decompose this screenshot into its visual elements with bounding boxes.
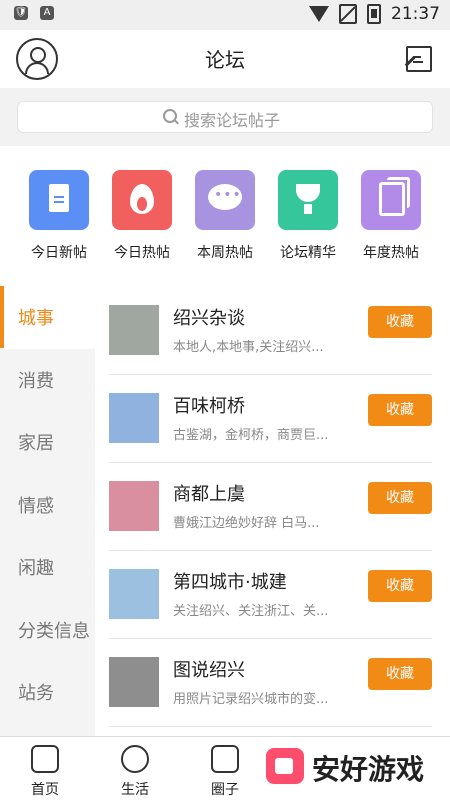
watermark-logo: 安好游戏 bbox=[262, 736, 450, 800]
quick-link-today-hot[interactable]: 今日热帖 bbox=[102, 170, 182, 262]
tab-home[interactable]: 首页 bbox=[0, 745, 90, 799]
category-label: 家居 bbox=[18, 433, 54, 454]
forum-row[interactable]: 第四城市·城建 关注绍兴、关注浙江、关... 收藏 bbox=[109, 550, 432, 639]
forum-description: 古鉴湖，金柯桥，商贾巨... bbox=[173, 428, 329, 443]
category-consumption[interactable]: 消费 bbox=[0, 349, 95, 412]
trophy-icon bbox=[296, 184, 320, 214]
category-site[interactable]: 站务 bbox=[0, 661, 95, 724]
forum-description: 关注绍兴、关注浙江、关... bbox=[173, 604, 329, 619]
flame-icon bbox=[130, 184, 154, 214]
clock: 21:37 bbox=[391, 4, 440, 24]
documents-icon bbox=[379, 177, 410, 216]
forum-thumbnail bbox=[109, 305, 159, 355]
quick-link-year-hot[interactable]: 年度热帖 bbox=[351, 170, 431, 262]
quick-link-label: 今日新帖 bbox=[31, 245, 87, 261]
forum-description: 用照片记录绍兴城市的变... bbox=[173, 692, 329, 707]
favorite-button[interactable]: 收藏 bbox=[368, 658, 432, 690]
search-input[interactable]: 搜索论坛帖子 bbox=[17, 101, 433, 133]
status-bar: 🛡 A 21:37 bbox=[0, 0, 450, 30]
tab-circle[interactable]: 圈子 bbox=[180, 745, 270, 799]
forum-thumbnail bbox=[109, 481, 159, 531]
category-label: 城事 bbox=[18, 308, 54, 329]
forum-name: 绍兴杂谈 bbox=[173, 308, 245, 329]
quick-link-label: 本周热帖 bbox=[197, 245, 253, 261]
category-home[interactable]: 家居 bbox=[0, 411, 95, 474]
favorite-button[interactable]: 收藏 bbox=[368, 570, 432, 602]
app-header: 论坛 bbox=[0, 30, 450, 88]
camera-icon bbox=[211, 745, 239, 773]
shield-icon: 🛡 bbox=[14, 6, 28, 20]
chat-bubble-icon bbox=[208, 184, 242, 210]
category-leisure[interactable]: 闲趣 bbox=[0, 536, 95, 599]
tab-label: 圈子 bbox=[211, 782, 239, 798]
quick-links: 今日新帖 今日热帖 本周热帖 论坛精华 年度热帖 bbox=[0, 146, 450, 286]
quick-link-forum-best[interactable]: 论坛精华 bbox=[268, 170, 348, 262]
forum-row[interactable]: 百味柯桥 古鉴湖，金柯桥，商贾巨... 收藏 bbox=[109, 374, 432, 463]
category-classifieds[interactable]: 分类信息 bbox=[0, 599, 95, 662]
quick-link-today-new[interactable]: 今日新帖 bbox=[19, 170, 99, 262]
forum-row[interactable]: 绍兴杂谈 本地人,本地事,关注绍兴... 收藏 bbox=[109, 286, 432, 375]
search-placeholder: 搜索论坛帖子 bbox=[184, 111, 281, 130]
quick-link-label: 年度热帖 bbox=[363, 245, 419, 261]
forum-name: 百味柯桥 bbox=[173, 396, 245, 417]
doc-icon bbox=[49, 184, 69, 212]
search-icon bbox=[163, 109, 177, 123]
category-emotion[interactable]: 情感 bbox=[0, 474, 95, 537]
compose-post-icon[interactable] bbox=[404, 46, 432, 72]
forum-name: 图说绍兴 bbox=[173, 660, 245, 681]
a-icon: A bbox=[40, 6, 54, 20]
quick-link-week-hot[interactable]: 本周热帖 bbox=[185, 170, 265, 262]
forum-thumbnail bbox=[109, 569, 159, 619]
home-icon bbox=[31, 745, 59, 773]
watermark-text: 安好游戏 bbox=[312, 753, 425, 786]
planet-icon bbox=[121, 745, 149, 773]
wifi-icon bbox=[309, 6, 329, 22]
category-sidebar: 城事 消费 家居 情感 闲趣 分类信息 站务 bbox=[0, 286, 95, 736]
forum-thumbnail bbox=[109, 393, 159, 443]
tab-life[interactable]: 生活 bbox=[90, 745, 180, 799]
game-controller-icon bbox=[266, 748, 304, 784]
forum-name: 第四城市·城建 bbox=[173, 572, 287, 593]
tab-label: 首页 bbox=[31, 782, 59, 798]
forum-row[interactable]: 图说绍兴 用照片记录绍兴城市的变... 收藏 bbox=[109, 638, 432, 727]
page-title: 论坛 bbox=[205, 48, 245, 72]
search-area: 搜索论坛帖子 bbox=[0, 88, 450, 146]
category-label: 消费 bbox=[18, 370, 54, 392]
category-label: 分类信息 bbox=[18, 620, 90, 642]
category-label: 情感 bbox=[18, 495, 54, 517]
favorite-button[interactable]: 收藏 bbox=[368, 482, 432, 514]
quick-link-label: 今日热帖 bbox=[114, 245, 170, 261]
forum-description: 本地人,本地事,关注绍兴... bbox=[173, 340, 324, 355]
tab-label: 生活 bbox=[121, 782, 149, 798]
forum-name: 商都上虞 bbox=[173, 484, 245, 505]
category-label: 站务 bbox=[18, 683, 54, 704]
battery-icon bbox=[367, 4, 381, 24]
favorite-button[interactable]: 收藏 bbox=[368, 306, 432, 338]
no-sim-icon bbox=[339, 4, 357, 24]
forum-description: 曹娥江边绝妙好辞 白马... bbox=[173, 516, 320, 531]
favorite-button[interactable]: 收藏 bbox=[368, 394, 432, 426]
quick-link-label: 论坛精华 bbox=[280, 245, 336, 261]
forum-list: 绍兴杂谈 本地人,本地事,关注绍兴... 收藏 百味柯桥 古鉴湖，金柯桥，商贾巨… bbox=[95, 286, 450, 736]
category-label: 闲趣 bbox=[18, 558, 54, 579]
category-city[interactable]: 城事 bbox=[0, 286, 95, 349]
forum-row[interactable]: 商都上虞 曹娥江边绝妙好辞 白马... 收藏 bbox=[109, 462, 432, 551]
forum-thumbnail bbox=[109, 657, 159, 707]
